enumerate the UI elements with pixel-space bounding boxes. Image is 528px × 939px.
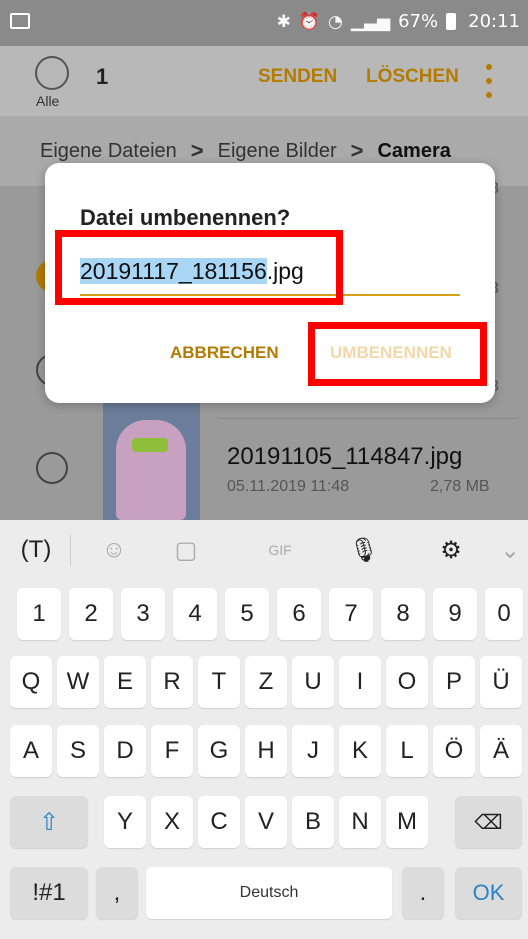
emoji-icon[interactable]: ☺ (96, 532, 132, 568)
key-z[interactable]: Z (245, 656, 287, 708)
key-ue[interactable]: Ü (480, 656, 522, 708)
row-select-circle[interactable] (36, 452, 68, 484)
key-m[interactable]: M (386, 796, 428, 848)
key-7[interactable]: 7 (329, 588, 373, 640)
toolbar-divider (70, 534, 71, 566)
delete-button[interactable]: LÖSCHEN (366, 66, 459, 88)
breadcrumb-item-camera: Camera (377, 139, 451, 162)
row-divider (218, 418, 518, 419)
thumbnail-bow (132, 438, 168, 452)
more-options-icon[interactable] (484, 64, 494, 98)
ok-key[interactable]: OK (455, 867, 522, 919)
backspace-key[interactable]: ⌫ (455, 796, 522, 848)
key-g[interactable]: G (198, 725, 240, 777)
highlight-box-input (55, 230, 343, 305)
key-6[interactable]: 6 (277, 588, 321, 640)
key-t[interactable]: T (198, 656, 240, 708)
breadcrumb-item-my-images[interactable]: Eigene Bilder (218, 140, 337, 163)
bluetooth-icon: ✱ (276, 11, 291, 32)
key-q[interactable]: Q (10, 656, 52, 708)
key-3[interactable]: 3 (121, 588, 165, 640)
key-x[interactable]: X (151, 796, 193, 848)
key-u[interactable]: U (292, 656, 334, 708)
comma-key[interactable]: , (96, 867, 138, 919)
key-4[interactable]: 4 (173, 588, 217, 640)
key-f[interactable]: F (151, 725, 193, 777)
selected-count: 1 (96, 64, 109, 89)
key-h[interactable]: H (245, 725, 287, 777)
send-button[interactable]: SENDEN (258, 66, 337, 88)
clock: 20:11 (468, 11, 520, 32)
key-ae[interactable]: Ä (480, 725, 522, 777)
text-recognition-icon[interactable]: (T) (18, 532, 54, 568)
shift-key[interactable]: ⇧ (10, 796, 88, 848)
wifi-icon: ◔ (328, 11, 343, 32)
settings-icon[interactable]: ⚙ (433, 532, 469, 568)
selection-app-bar: Alle 1 SENDEN LÖSCHEN (0, 46, 528, 116)
key-d[interactable]: D (104, 725, 146, 777)
period-key[interactable]: . (402, 867, 444, 919)
key-p[interactable]: P (433, 656, 475, 708)
key-0[interactable]: 0 (485, 588, 523, 640)
key-5[interactable]: 5 (225, 588, 269, 640)
key-b[interactable]: B (292, 796, 334, 848)
key-l[interactable]: L (386, 725, 428, 777)
keyboard-toolbar: (T) ☺ ▢ GIF 🎙 ⚙ ⌄ (0, 520, 528, 580)
status-bar: ✱ ⏰ ◔ ▁▃▅ 67% 20:11 (0, 0, 528, 46)
key-o[interactable]: O (386, 656, 428, 708)
key-a[interactable]: A (10, 725, 52, 777)
highlight-box-rename (308, 322, 487, 386)
select-all-checkbox[interactable] (35, 56, 69, 90)
sticker-icon[interactable]: ▢ (168, 532, 204, 568)
key-k[interactable]: K (339, 725, 381, 777)
key-s[interactable]: S (57, 725, 99, 777)
key-i[interactable]: I (339, 656, 381, 708)
key-8[interactable]: 8 (381, 588, 425, 640)
image-icon (10, 13, 30, 29)
key-oe[interactable]: Ö (433, 725, 475, 777)
key-n[interactable]: N (339, 796, 381, 848)
cancel-button[interactable]: ABBRECHEN (170, 343, 279, 363)
dialog-title: Datei umbenennen? (80, 205, 291, 230)
space-key[interactable]: Deutsch (146, 867, 392, 919)
select-all-label: Alle (36, 93, 60, 109)
battery-percent: 67% (398, 11, 439, 32)
thumbnail-figure (116, 420, 186, 520)
chevron-right-icon: > (190, 138, 204, 163)
status-icons: ✱ ⏰ ◔ ▁▃▅ 67% 20:11 (277, 11, 520, 32)
key-1[interactable]: 1 (17, 588, 61, 640)
microphone-icon[interactable]: 🎙 (346, 532, 382, 568)
key-r[interactable]: R (151, 656, 193, 708)
key-9[interactable]: 9 (433, 588, 477, 640)
battery-icon (446, 13, 457, 30)
file-name[interactable]: 20191105_114847.jpg (227, 443, 462, 471)
chevron-right-icon: > (350, 138, 364, 163)
keyboard: (T) ☺ ▢ GIF 🎙 ⚙ ⌄ 1 2 3 4 5 6 7 8 9 0 Q … (0, 520, 528, 939)
key-e[interactable]: E (104, 656, 146, 708)
key-j[interactable]: J (292, 725, 334, 777)
gif-icon[interactable]: GIF (262, 532, 298, 568)
file-date: 05.11.2019 11:48 (227, 478, 350, 495)
alarm-icon: ⏰ (298, 11, 321, 32)
key-w[interactable]: W (57, 656, 99, 708)
collapse-icon[interactable]: ⌄ (492, 532, 528, 568)
signal-icon: ▁▃▅ (350, 11, 391, 32)
backspace-icon: ⌫ (474, 811, 503, 834)
breadcrumb-item-my-files[interactable]: Eigene Dateien (40, 140, 177, 163)
key-v[interactable]: V (245, 796, 287, 848)
key-c[interactable]: C (198, 796, 240, 848)
key-2[interactable]: 2 (69, 588, 113, 640)
shift-arrow-icon: ⇧ (38, 808, 60, 836)
file-size: 2,78 MB (430, 478, 490, 495)
key-y[interactable]: Y (104, 796, 146, 848)
symbols-key[interactable]: !#1 (10, 867, 88, 919)
